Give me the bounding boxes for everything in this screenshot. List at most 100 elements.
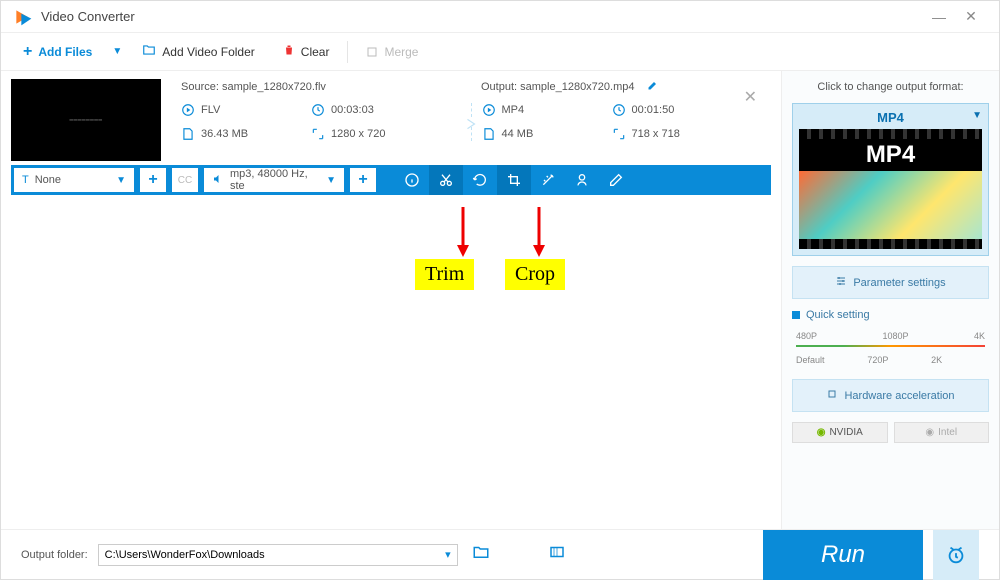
nvidia-badge[interactable]: ◉ NVIDIA bbox=[792, 422, 888, 443]
titlebar: Video Converter — ✕ bbox=[1, 1, 999, 33]
intel-badge[interactable]: ◉ Intel bbox=[894, 422, 990, 443]
source-resolution: 1280 x 720 bbox=[331, 128, 385, 140]
format-badge: MP4 bbox=[799, 139, 982, 171]
trim-button[interactable] bbox=[429, 165, 463, 195]
rotate-button[interactable] bbox=[463, 165, 497, 195]
chevron-down-icon: ▼ bbox=[972, 110, 982, 121]
effects-button[interactable] bbox=[531, 165, 565, 195]
audio-track-select[interactable]: mp3, 48000 Hz, ste ▼ bbox=[204, 168, 344, 192]
quality-1080p: 1080P bbox=[882, 331, 908, 341]
source-label: Source: sample_1280x720.flv bbox=[171, 79, 471, 94]
hardware-acceleration-label: Hardware acceleration bbox=[844, 390, 954, 402]
merge-button: Merge bbox=[352, 39, 432, 65]
clock-icon bbox=[612, 103, 626, 117]
remove-file-button[interactable]: ✕ bbox=[744, 87, 757, 107]
add-files-dropdown[interactable]: ▼ bbox=[106, 46, 128, 57]
edit-button[interactable] bbox=[599, 165, 633, 195]
resolution-icon bbox=[612, 127, 626, 141]
annotation-label-crop: Crop bbox=[505, 259, 565, 290]
output-folder-input[interactable]: C:\Users\WonderFox\Downloads ▾ bbox=[98, 544, 458, 566]
nvidia-icon: ◉ bbox=[817, 427, 826, 438]
parameter-settings-label: Parameter settings bbox=[853, 277, 945, 289]
open-folder-button[interactable] bbox=[468, 539, 494, 570]
chip-icon bbox=[826, 388, 838, 403]
output-format: MP4 bbox=[502, 104, 525, 116]
quality-480p: 480P bbox=[796, 331, 817, 341]
output-size: 44 MB bbox=[502, 128, 534, 140]
intel-icon: ◉ bbox=[925, 427, 934, 438]
app-logo-icon bbox=[13, 7, 33, 27]
crop-button[interactable] bbox=[497, 165, 531, 195]
chevron-down-icon: ▾ bbox=[445, 548, 451, 561]
hardware-acceleration-button[interactable]: Hardware acceleration bbox=[792, 379, 989, 412]
intel-label: Intel bbox=[938, 427, 957, 438]
nvidia-label: NVIDIA bbox=[829, 427, 862, 438]
output-label: Output: sample_1280x720.mp4 bbox=[481, 81, 635, 93]
video-thumbnail[interactable]: ━━━━━━━━ bbox=[11, 79, 161, 161]
annotation-arrow-trim bbox=[451, 205, 475, 259]
quality-4k: 4K bbox=[974, 331, 985, 341]
add-audio-button[interactable]: + bbox=[350, 168, 376, 192]
toolbar-separator bbox=[347, 41, 348, 63]
output-format-name: MP4 bbox=[877, 110, 904, 125]
source-duration: 00:03:03 bbox=[331, 104, 374, 116]
add-files-label: Add Files bbox=[38, 45, 92, 59]
add-folder-label: Add Video Folder bbox=[162, 45, 255, 59]
output-duration: 00:01:50 bbox=[632, 104, 675, 116]
text-icon: T bbox=[22, 174, 29, 186]
quality-720p: 720P bbox=[867, 355, 888, 365]
batch-button[interactable] bbox=[544, 539, 570, 570]
clock-icon bbox=[311, 103, 325, 117]
quality-default: Default bbox=[796, 355, 825, 365]
chevron-down-icon: ▼ bbox=[110, 175, 126, 186]
schedule-button[interactable] bbox=[933, 530, 979, 580]
edit-output-name-button[interactable] bbox=[647, 79, 659, 94]
dot-icon bbox=[792, 311, 800, 319]
annotation-label-trim: Trim bbox=[415, 259, 474, 290]
quick-setting-label: Quick setting bbox=[806, 309, 870, 321]
bottom-bar: Output folder: C:\Users\WonderFox\Downlo… bbox=[1, 529, 999, 579]
file-icon bbox=[181, 127, 195, 141]
info-button[interactable] bbox=[395, 165, 429, 195]
source-format: FLV bbox=[201, 104, 220, 116]
run-label: Run bbox=[821, 541, 865, 569]
file-icon bbox=[482, 127, 496, 141]
run-button[interactable]: Run bbox=[763, 530, 923, 580]
quick-setting-header: Quick setting bbox=[792, 309, 989, 321]
clear-button[interactable]: Clear bbox=[269, 38, 344, 65]
add-video-folder-button[interactable]: Add Video Folder bbox=[128, 37, 269, 66]
app-title: Video Converter bbox=[41, 9, 135, 24]
quality-2k: 2K bbox=[931, 355, 942, 365]
subtitle-select[interactable]: T None ▼ bbox=[14, 168, 134, 192]
output-format-button[interactable]: MP4 ▼ MP4 bbox=[792, 103, 989, 256]
watermark-button[interactable] bbox=[565, 165, 599, 195]
sliders-icon bbox=[835, 275, 847, 290]
audio-track-value: mp3, 48000 Hz, ste bbox=[230, 168, 320, 192]
output-folder-label: Output folder: bbox=[21, 549, 88, 561]
source-size: 36.43 MB bbox=[201, 128, 248, 140]
subtitle-value: None bbox=[35, 174, 61, 186]
format-thumbnail: MP4 bbox=[799, 129, 982, 249]
plus-icon: + bbox=[23, 43, 32, 61]
chevron-down-icon: ▼ bbox=[320, 175, 336, 186]
add-subtitle-button[interactable]: + bbox=[140, 168, 166, 192]
resolution-icon bbox=[311, 127, 325, 141]
speaker-icon bbox=[212, 173, 224, 188]
output-folder-value: C:\Users\WonderFox\Downloads bbox=[105, 549, 265, 561]
add-files-button[interactable]: + Add Files bbox=[9, 37, 106, 67]
trash-icon bbox=[283, 44, 295, 59]
output-resolution: 718 x 718 bbox=[632, 128, 680, 140]
cc-button[interactable]: CC bbox=[172, 168, 198, 192]
format-icon bbox=[482, 103, 496, 117]
parameter-settings-button[interactable]: Parameter settings bbox=[792, 266, 989, 299]
quality-slider[interactable]: 480P 1080P 4K Default 720P 2K bbox=[792, 331, 989, 369]
format-icon bbox=[181, 103, 195, 117]
clear-label: Clear bbox=[301, 45, 330, 59]
toolbar: + Add Files ▼ Add Video Folder Clear Mer… bbox=[1, 33, 999, 71]
folder-icon bbox=[142, 43, 156, 60]
close-button[interactable]: ✕ bbox=[955, 5, 987, 29]
output-format-label: Click to change output format: bbox=[792, 81, 989, 93]
file-card: ━━━━━━━━ ✕ Source: sample_1280x720.flv O… bbox=[1, 71, 781, 161]
minimize-button[interactable]: — bbox=[923, 5, 955, 29]
merge-label: Merge bbox=[384, 45, 418, 59]
